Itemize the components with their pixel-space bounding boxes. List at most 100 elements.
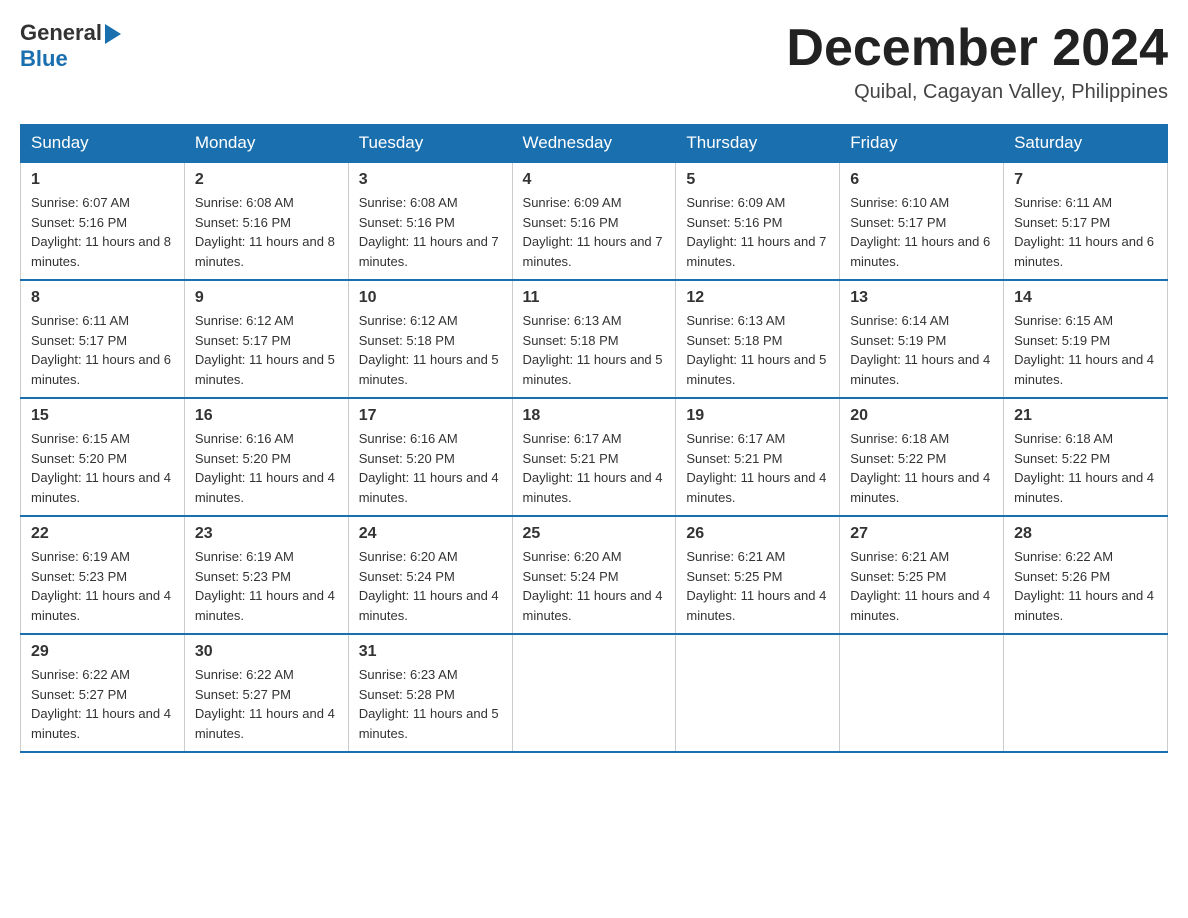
day-number: 21 <box>1014 407 1157 425</box>
calendar-cell: 21 Sunrise: 6:18 AMSunset: 5:22 PMDayligh… <box>1004 398 1168 516</box>
day-number: 1 <box>31 171 174 189</box>
day-number: 30 <box>195 643 338 661</box>
day-number: 13 <box>850 289 993 307</box>
calendar-cell: 23 Sunrise: 6:19 AMSunset: 5:23 PMDayligh… <box>184 516 348 634</box>
day-info: Sunrise: 6:19 AMSunset: 5:23 PMDaylight:… <box>31 547 174 625</box>
calendar-cell: 4 Sunrise: 6:09 AMSunset: 5:16 PMDaylight… <box>512 162 676 280</box>
day-number: 7 <box>1014 171 1157 189</box>
day-info: Sunrise: 6:22 AMSunset: 5:26 PMDaylight:… <box>1014 547 1157 625</box>
day-info: Sunrise: 6:09 AMSunset: 5:16 PMDaylight:… <box>686 193 829 271</box>
day-number: 26 <box>686 525 829 543</box>
day-number: 25 <box>523 525 666 543</box>
calendar-cell <box>1004 634 1168 752</box>
day-info: Sunrise: 6:08 AMSunset: 5:16 PMDaylight:… <box>359 193 502 271</box>
day-number: 14 <box>1014 289 1157 307</box>
calendar-cell: 27Sunrise: 6:21 AMSunset: 5:25 PMDayligh… <box>840 516 1004 634</box>
calendar-week-row: 15 Sunrise: 6:15 AMSunset: 5:20 PMDayligh… <box>21 398 1168 516</box>
day-number: 24 <box>359 525 502 543</box>
weekday-header-thursday: Thursday <box>676 125 840 163</box>
day-number: 3 <box>359 171 502 189</box>
day-info: Sunrise: 6:12 AMSunset: 5:18 PMDaylight:… <box>359 311 502 389</box>
weekday-header-friday: Friday <box>840 125 1004 163</box>
calendar-table: SundayMondayTuesdayWednesdayThursdayFrid… <box>20 124 1168 753</box>
calendar-week-row: 8 Sunrise: 6:11 AMSunset: 5:17 PMDaylight… <box>21 280 1168 398</box>
day-info: Sunrise: 6:11 AMSunset: 5:17 PMDaylight:… <box>1014 193 1157 271</box>
day-number: 8 <box>31 289 174 307</box>
calendar-cell: 7 Sunrise: 6:11 AMSunset: 5:17 PMDaylight… <box>1004 162 1168 280</box>
calendar-cell: 22 Sunrise: 6:19 AMSunset: 5:23 PMDayligh… <box>21 516 185 634</box>
calendar-cell: 24 Sunrise: 6:20 AMSunset: 5:24 PMDayligh… <box>348 516 512 634</box>
calendar-week-row: 22 Sunrise: 6:19 AMSunset: 5:23 PMDayligh… <box>21 516 1168 634</box>
calendar-cell: 6Sunrise: 6:10 AMSunset: 5:17 PMDaylight… <box>840 162 1004 280</box>
calendar-cell: 25 Sunrise: 6:20 AMSunset: 5:24 PMDayligh… <box>512 516 676 634</box>
logo-arrow-icon <box>105 24 121 44</box>
weekday-header-monday: Monday <box>184 125 348 163</box>
day-info: Sunrise: 6:19 AMSunset: 5:23 PMDaylight:… <box>195 547 338 625</box>
day-info: Sunrise: 6:07 AMSunset: 5:16 PMDaylight:… <box>31 193 174 271</box>
title-area: December 2024 Quibal, Cagayan Valley, Ph… <box>786 20 1168 104</box>
day-info: Sunrise: 6:11 AMSunset: 5:17 PMDaylight:… <box>31 311 174 389</box>
day-number: 22 <box>31 525 174 543</box>
logo-blue: Blue <box>20 46 68 72</box>
location-subtitle: Quibal, Cagayan Valley, Philippines <box>786 81 1168 104</box>
day-number: 28 <box>1014 525 1157 543</box>
calendar-cell: 28 Sunrise: 6:22 AMSunset: 5:26 PMDayligh… <box>1004 516 1168 634</box>
day-info: Sunrise: 6:22 AMSunset: 5:27 PMDaylight:… <box>195 665 338 743</box>
calendar-cell: 29Sunrise: 6:22 AMSunset: 5:27 PMDayligh… <box>21 634 185 752</box>
calendar-cell: 30 Sunrise: 6:22 AMSunset: 5:27 PMDayligh… <box>184 634 348 752</box>
day-info: Sunrise: 6:20 AMSunset: 5:24 PMDaylight:… <box>359 547 502 625</box>
day-number: 4 <box>523 171 666 189</box>
day-info: Sunrise: 6:17 AMSunset: 5:21 PMDaylight:… <box>523 429 666 507</box>
day-info: Sunrise: 6:15 AMSunset: 5:20 PMDaylight:… <box>31 429 174 507</box>
day-number: 31 <box>359 643 502 661</box>
day-info: Sunrise: 6:16 AMSunset: 5:20 PMDaylight:… <box>359 429 502 507</box>
weekday-header-tuesday: Tuesday <box>348 125 512 163</box>
weekday-header-sunday: Sunday <box>21 125 185 163</box>
logo-general: General <box>20 20 102 46</box>
day-number: 9 <box>195 289 338 307</box>
day-info: Sunrise: 6:17 AMSunset: 5:21 PMDaylight:… <box>686 429 829 507</box>
day-info: Sunrise: 6:20 AMSunset: 5:24 PMDaylight:… <box>523 547 666 625</box>
weekday-header-wednesday: Wednesday <box>512 125 676 163</box>
day-info: Sunrise: 6:12 AMSunset: 5:17 PMDaylight:… <box>195 311 338 389</box>
day-number: 17 <box>359 407 502 425</box>
calendar-cell: 16Sunrise: 6:16 AMSunset: 5:20 PMDayligh… <box>184 398 348 516</box>
calendar-cell: 8 Sunrise: 6:11 AMSunset: 5:17 PMDaylight… <box>21 280 185 398</box>
day-number: 15 <box>31 407 174 425</box>
calendar-cell: 13 Sunrise: 6:14 AMSunset: 5:19 PMDayligh… <box>840 280 1004 398</box>
weekday-header-saturday: Saturday <box>1004 125 1168 163</box>
day-number: 10 <box>359 289 502 307</box>
calendar-cell: 1 Sunrise: 6:07 AMSunset: 5:16 PMDaylight… <box>21 162 185 280</box>
day-info: Sunrise: 6:22 AMSunset: 5:27 PMDaylight:… <box>31 665 174 743</box>
day-info: Sunrise: 6:23 AMSunset: 5:28 PMDaylight:… <box>359 665 502 743</box>
calendar-cell: 2 Sunrise: 6:08 AMSunset: 5:16 PMDaylight… <box>184 162 348 280</box>
day-info: Sunrise: 6:14 AMSunset: 5:19 PMDaylight:… <box>850 311 993 389</box>
calendar-cell: 19Sunrise: 6:17 AMSunset: 5:21 PMDayligh… <box>676 398 840 516</box>
day-info: Sunrise: 6:09 AMSunset: 5:16 PMDaylight:… <box>523 193 666 271</box>
day-number: 2 <box>195 171 338 189</box>
calendar-cell: 31 Sunrise: 6:23 AMSunset: 5:28 PMDayligh… <box>348 634 512 752</box>
calendar-cell: 17 Sunrise: 6:16 AMSunset: 5:20 PMDayligh… <box>348 398 512 516</box>
calendar-cell <box>512 634 676 752</box>
calendar-cell: 26Sunrise: 6:21 AMSunset: 5:25 PMDayligh… <box>676 516 840 634</box>
day-number: 12 <box>686 289 829 307</box>
calendar-cell: 14 Sunrise: 6:15 AMSunset: 5:19 PMDayligh… <box>1004 280 1168 398</box>
day-number: 5 <box>686 171 829 189</box>
calendar-cell: 18Sunrise: 6:17 AMSunset: 5:21 PMDayligh… <box>512 398 676 516</box>
calendar-cell <box>676 634 840 752</box>
day-info: Sunrise: 6:15 AMSunset: 5:19 PMDaylight:… <box>1014 311 1157 389</box>
calendar-cell: 5 Sunrise: 6:09 AMSunset: 5:16 PMDaylight… <box>676 162 840 280</box>
calendar-cell: 9 Sunrise: 6:12 AMSunset: 5:17 PMDaylight… <box>184 280 348 398</box>
day-number: 27 <box>850 525 993 543</box>
calendar-cell: 11Sunrise: 6:13 AMSunset: 5:18 PMDayligh… <box>512 280 676 398</box>
calendar-header-row: SundayMondayTuesdayWednesdayThursdayFrid… <box>21 125 1168 163</box>
logo: General Blue <box>20 20 121 72</box>
calendar-cell: 12 Sunrise: 6:13 AMSunset: 5:18 PMDayligh… <box>676 280 840 398</box>
day-info: Sunrise: 6:13 AMSunset: 5:18 PMDaylight:… <box>686 311 829 389</box>
day-info: Sunrise: 6:18 AMSunset: 5:22 PMDaylight:… <box>850 429 993 507</box>
calendar-week-row: 29Sunrise: 6:22 AMSunset: 5:27 PMDayligh… <box>21 634 1168 752</box>
day-info: Sunrise: 6:18 AMSunset: 5:22 PMDaylight:… <box>1014 429 1157 507</box>
day-info: Sunrise: 6:08 AMSunset: 5:16 PMDaylight:… <box>195 193 338 271</box>
calendar-cell <box>840 634 1004 752</box>
day-number: 23 <box>195 525 338 543</box>
